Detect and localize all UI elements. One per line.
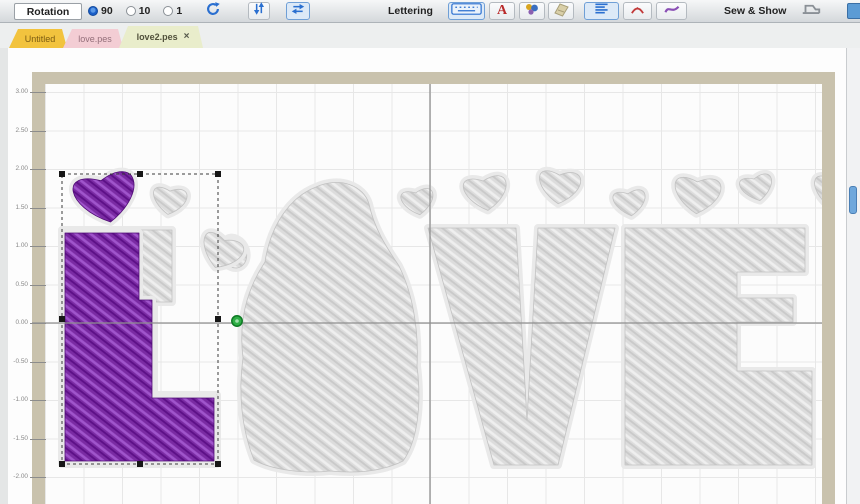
design-canvas[interactable]: 3.00 2.50 2.00 1.50 1.00 0.50 0.00 -0.50 -1.00 -1… <box>8 48 846 504</box>
heart-6-gray[interactable] <box>539 171 580 204</box>
rotate-button[interactable] <box>203 2 223 20</box>
toolbar: Rotation 90 10 1 Lettering A <box>0 0 860 23</box>
flip-horizontal-icon <box>290 2 306 21</box>
ruler-label: -0.50 <box>10 358 28 364</box>
arc-text-button[interactable] <box>623 2 652 20</box>
rotation-dropdown[interactable]: Rotation <box>14 3 82 20</box>
selection-handle[interactable] <box>215 316 221 322</box>
tab-love2-pes[interactable]: love2.pes × <box>119 26 203 48</box>
wave-text-button[interactable] <box>656 2 687 20</box>
heart-8-gray[interactable] <box>675 177 721 213</box>
heart-1-purple[interactable] <box>73 172 134 222</box>
selection-handle[interactable] <box>137 461 143 467</box>
letter-e[interactable] <box>625 228 812 465</box>
rotation-label: Rotation <box>27 6 70 18</box>
flip-vertical-button[interactable] <box>248 2 270 20</box>
sew-show-label: Sew & Show <box>724 5 786 17</box>
applique-button[interactable] <box>548 2 574 20</box>
rotation-step-radios: 90 10 1 <box>88 0 182 22</box>
ruler-label: 2.00 <box>10 165 28 171</box>
tab-close-icon[interactable]: × <box>184 32 190 42</box>
rotate-icon <box>205 1 221 22</box>
application-window: Rotation 90 10 1 Lettering A <box>0 0 860 504</box>
ruler-label: 1.50 <box>10 204 28 210</box>
scrollbar-thumb[interactable] <box>849 186 857 214</box>
align-lines-icon <box>593 1 610 21</box>
sew-machine-icon <box>800 1 822 21</box>
ruler-label: 1.00 <box>10 242 28 248</box>
selection-handle[interactable] <box>59 316 65 322</box>
selection-handle[interactable] <box>59 171 65 177</box>
applique-icon <box>553 1 569 22</box>
selection-handle[interactable] <box>215 461 221 467</box>
ruler-label: 2.50 <box>10 127 28 133</box>
wave-text-icon <box>663 2 681 21</box>
lettering-label: Lettering <box>388 5 433 17</box>
selection-handle[interactable] <box>215 171 221 177</box>
ruler-label: -2.00 <box>10 473 28 479</box>
tab-label: Untitled <box>25 34 56 44</box>
arc-text-icon <box>629 2 646 21</box>
selection-handle[interactable] <box>137 171 143 177</box>
gnome-body[interactable] <box>241 182 419 472</box>
letter-a-icon: A <box>497 4 507 18</box>
tab-label: love2.pes <box>137 32 178 42</box>
letter-properties-button[interactable]: A <box>489 2 515 20</box>
text-align-button[interactable] <box>584 2 619 20</box>
vertical-scrollbar[interactable] <box>846 48 860 504</box>
tab-label: love.pes <box>78 34 112 44</box>
rotation-radio-1[interactable]: 1 <box>163 5 182 17</box>
ruler-label: -1.50 <box>10 435 28 441</box>
lettering-keyboard-button[interactable] <box>448 2 485 20</box>
panel-icon <box>847 3 860 19</box>
show-panel-button[interactable] <box>846 2 860 20</box>
tab-untitled[interactable]: Untitled <box>9 29 67 48</box>
ruler-label: -1.00 <box>10 396 28 402</box>
radio-label: 10 <box>139 5 151 17</box>
sew-simulator-button[interactable] <box>798 2 824 20</box>
rotation-radio-90[interactable]: 90 <box>88 5 113 17</box>
radio-dot[interactable] <box>163 6 173 16</box>
flip-horizontal-button[interactable] <box>286 2 310 20</box>
tab-love-pes[interactable]: love.pes <box>63 29 123 48</box>
ruler-label: 0.50 <box>10 281 28 287</box>
document-tab-bar: Untitled love.pes love2.pes × <box>0 22 860 48</box>
ruler-label: 0.00 <box>10 319 28 325</box>
radio-dot[interactable] <box>88 6 98 16</box>
rotation-radio-10[interactable]: 10 <box>126 5 151 17</box>
selection-handle[interactable] <box>59 461 65 467</box>
design-artwork <box>32 84 822 504</box>
ruler-label: 3.00 <box>10 88 28 94</box>
radio-label: 90 <box>101 5 113 17</box>
flip-vertical-icon <box>252 1 266 21</box>
rotation-handle-center <box>235 319 239 323</box>
monogram-icon <box>524 1 540 22</box>
radio-label: 1 <box>176 5 182 17</box>
monogram-button[interactable] <box>519 2 545 20</box>
keyboard-icon <box>451 2 482 21</box>
radio-dot[interactable] <box>126 6 136 16</box>
